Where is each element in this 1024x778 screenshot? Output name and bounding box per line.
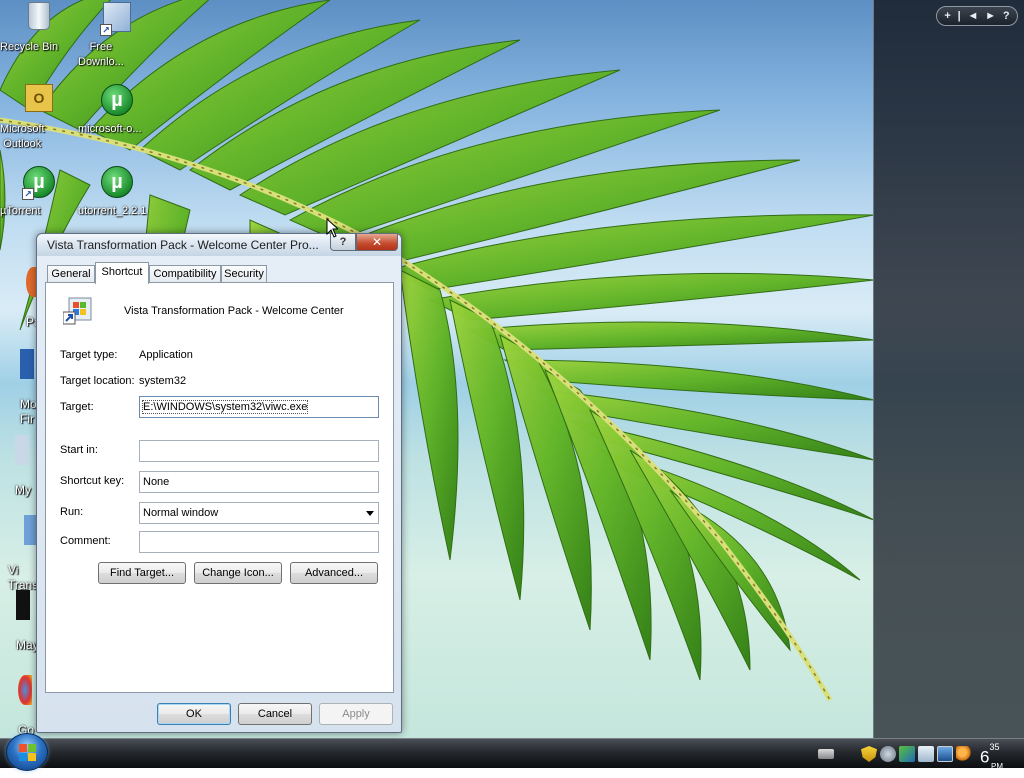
windows-sidebar: + | ◄ ► ? [873,0,1024,738]
desktop-icon-label: microsoft-o... [78,123,142,135]
taskbar: 635 PM [0,733,1024,771]
clock-ampm: PM [991,762,1003,771]
shortcut-key-label: Shortcut key: [60,475,125,487]
separator [60,335,378,336]
cancel-button[interactable]: Cancel [238,703,312,725]
clock-minutes: 35 [989,742,1000,752]
notification-area [818,743,975,765]
shield-icon[interactable] [861,746,877,762]
monitor-icon[interactable] [937,746,953,762]
chevron-down-icon [366,511,374,516]
shortcut-tab-panel: Vista Transformation Pack - Welcome Cent… [45,282,394,693]
utorrent-icon: µ ↗ [22,166,56,200]
shortcut-key-input[interactable]: None [139,471,379,493]
next-page-button[interactable]: ► [985,10,996,22]
start-in-input[interactable] [139,440,379,462]
desktop-icon-label: Free Downlo... [78,41,124,68]
setup-program-icon: ↗ [100,2,134,36]
desktop-icon-partial[interactable]: Go Chr [18,660,37,738]
desktop-icon-utorrent-221[interactable]: µ utorrent_2.2.1 [78,166,156,217]
comment-label: Comment: [60,535,111,547]
desktop-icon-recycle-bin[interactable]: Recycle Bin [0,2,78,53]
application-icon [63,297,92,325]
desktop-icon-label: My [15,483,31,497]
start-button[interactable] [6,733,48,771]
target-label: Target: [60,401,94,413]
run-label: Run: [60,506,84,518]
windows-logo-icon [19,744,37,762]
network-icon[interactable] [899,746,915,762]
advanced-button[interactable]: Advanced... [290,562,378,584]
run-select[interactable]: Normal window [139,502,379,524]
computer-icon [15,435,29,465]
target-location-value: system32 [139,375,187,387]
properties-dialog: Vista Transformation Pack - Welcome Cent… [36,233,402,733]
utorrent-icon: µ [100,84,134,118]
run-select-value: Normal window [143,507,219,519]
clock[interactable]: 635 PM [980,742,1003,771]
target-input-value: E:\WINDOWS\system32\viwc.exe [141,400,309,414]
chrome-icon [18,675,32,705]
desktop-icon-label: Recycle Bin [0,41,59,53]
target-type-value: Application [139,349,193,361]
target-input[interactable]: E:\WINDOWS\system32\viwc.exe [139,396,379,418]
display-icon[interactable] [918,746,934,762]
tab-general[interactable]: General [47,265,95,283]
desktop-icon-free-download[interactable]: ↗ Free Downlo... [78,2,156,68]
desktop-icon-microsoft-o[interactable]: µ microsoft-o... [78,84,156,135]
target-type-label: Target type: [60,349,118,361]
desktop-icon-label: µTorrent [0,205,41,217]
help-button[interactable]: ? [1003,10,1010,22]
tab-security[interactable]: Security [221,265,267,283]
firefox-icon [20,349,34,379]
close-button[interactable]: ✕ [356,234,398,251]
keyboard-icon[interactable] [818,749,834,759]
dialog-titlebar[interactable]: Vista Transformation Pack - Welcome Cent… [37,234,401,256]
add-gadget-button[interactable]: + [944,10,950,22]
apply-button[interactable]: Apply [319,703,393,725]
search-icon[interactable] [956,746,972,762]
desktop-icon-utorrent[interactable]: µ ↗ µTorrent [0,166,78,217]
mouse-cursor-icon [326,218,338,238]
comment-input[interactable] [139,531,379,553]
sidebar-divider: | [957,10,961,22]
tab-compatibility[interactable]: Compatibility [149,265,221,283]
dialog-title: Vista Transformation Pack - Welcome Cent… [47,238,319,252]
desktop-icon-label: Microsoft Outlook [0,123,45,150]
start-in-label: Start in: [60,444,98,456]
program-icon [16,590,30,620]
sidebar-controls: + | ◄ ► ? [936,6,1018,26]
gear-icon[interactable] [880,746,896,762]
desktop-icon-microsoft-outlook[interactable]: O Microsoft Outlook [0,84,78,150]
outlook-icon: O [22,84,56,118]
find-target-button[interactable]: Find Target... [98,562,186,584]
tab-shortcut[interactable]: Shortcut [95,262,149,284]
target-location-label: Target location: [60,375,135,387]
utorrent-icon: µ [100,166,134,200]
previous-page-button[interactable]: ◄ [967,10,978,22]
shortcut-name: Vista Transformation Pack - Welcome Cent… [124,305,344,317]
ok-button[interactable]: OK [157,703,231,725]
desktop-icon-partial[interactable]: Mo Fir [20,334,37,427]
change-icon-button[interactable]: Change Icon... [194,562,282,584]
separator [60,427,378,428]
desktop-icon-partial[interactable]: My [15,420,31,498]
desktop-icon-label: utorrent_2.2.1 [78,205,147,217]
recycle-bin-icon [22,2,56,36]
